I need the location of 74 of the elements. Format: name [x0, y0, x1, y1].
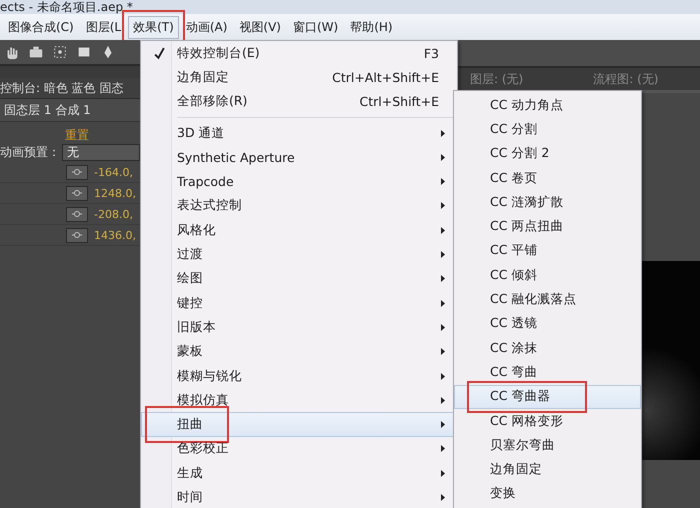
layer-name: 固态层 1 合成 1 [0, 99, 140, 122]
menu-item[interactable]: 旧版本 [141, 315, 457, 340]
menu-item[interactable]: 贝塞尔弯曲 [454, 433, 641, 458]
menu-item[interactable]: 窗口(W) [288, 16, 344, 38]
shortcut-text: F3 [424, 46, 440, 61]
stopwatch-button[interactable] [66, 186, 88, 200]
menu-item[interactable]: CC 平铺 [454, 238, 641, 264]
submenu-arrow-icon [441, 494, 445, 501]
submenu-arrow-icon [441, 154, 445, 161]
menu-item[interactable]: CC 分割 [454, 117, 641, 142]
submenu-arrow-icon [441, 445, 445, 452]
stopwatch-button[interactable] [66, 228, 88, 242]
panel-tab[interactable]: 控制台: 暗色 蓝色 固态 [0, 78, 140, 99]
menu-item[interactable]: CC 弯曲 [454, 360, 641, 385]
value-text[interactable]: -208.0, [94, 208, 133, 220]
stopwatch-button[interactable] [66, 206, 88, 222]
submenu-arrow-icon [441, 300, 445, 307]
menu-item[interactable]: 图层(L [80, 16, 126, 38]
menu-item[interactable]: 全部移除(R) Ctrl+Shift+E [141, 90, 457, 114]
menu-item[interactable]: 动画(A) [180, 16, 232, 38]
submenu-arrow-icon [441, 251, 445, 258]
submenu-arrow-icon [441, 396, 445, 404]
menu-item[interactable]: CC 网格变形 [454, 408, 641, 434]
menu-item[interactable]: 表达式控制 [141, 194, 457, 218]
menu-item[interactable]: 时间 [141, 485, 457, 508]
preset-label: 动画预置： [0, 144, 60, 160]
menu-item[interactable]: CC 透镜 [454, 312, 641, 336]
menu-item[interactable]: Synthetic Aperture [141, 145, 457, 170]
value-text[interactable]: 1248.0, [94, 186, 136, 200]
menu-item[interactable]: 视图(V) [234, 16, 286, 38]
selection-icon[interactable] [52, 44, 68, 60]
menu-item[interactable]: 绘图 [141, 266, 457, 291]
value-text[interactable]: 1436.0, [94, 228, 136, 242]
submenu-arrow-icon [441, 275, 445, 282]
menu-item[interactable]: 边角固定 Ctrl+Alt+Shift+E [141, 65, 457, 90]
menu-item[interactable]: CC 分割 2 [454, 142, 641, 166]
submenu-arrow-icon [441, 130, 445, 137]
menu-item[interactable]: 键控 [141, 290, 457, 316]
menu-item[interactable]: Trapcode [141, 169, 457, 194]
reset-link[interactable]: 重置 [65, 128, 89, 142]
menu-item[interactable]: CC 倾斜 [454, 263, 641, 288]
menu-item[interactable]: 蒙板 [141, 340, 457, 364]
stopwatch-button[interactable] [66, 164, 88, 180]
menu-item[interactable]: CC 卷页 [454, 166, 641, 190]
submenu-arrow-icon [441, 226, 445, 234]
shortcut-text: Ctrl+Shift+E [360, 94, 440, 110]
submenu-arrow-icon [441, 324, 445, 331]
menu-item[interactable]: 帮助(H) [345, 16, 398, 38]
menu-item[interactable]: CC 涂抹 [454, 336, 641, 360]
menu-item[interactable]: 图像合成(C) [3, 16, 79, 38]
submenu-arrow-icon [441, 178, 445, 186]
menu-item[interactable]: 生成 [141, 461, 457, 486]
menu-item[interactable]: 模糊与锐化 [141, 364, 457, 388]
value-text[interactable]: -164.0, [94, 166, 133, 178]
menu-item[interactable]: 风格化 [141, 218, 457, 242]
menu-item[interactable]: CC 两点扭曲 [454, 214, 641, 239]
submenu-arrow-icon [441, 372, 445, 380]
menu-item[interactable]: 过渡 [141, 242, 457, 267]
menu-item[interactable]: CC 融化溅落点 [454, 287, 641, 312]
menu-item[interactable]: 变换 [454, 482, 641, 506]
menu-item[interactable]: 特效控制台(E) F3 [141, 41, 457, 66]
window-title: ects - 未命名项目.aep * [0, 0, 133, 14]
menu-item[interactable]: CC 涟漪扩散 [454, 190, 641, 214]
submenu-arrow-icon [441, 348, 445, 356]
menu-item[interactable]: 边角固定 [454, 457, 641, 482]
submenu-arrow-icon [441, 470, 445, 477]
menu-item[interactable]: 模拟仿真 [141, 388, 457, 412]
menu-item[interactable]: CC 动力角点 [454, 93, 641, 118]
menu-item[interactable]: 3D 通道 [141, 120, 457, 146]
submenu-arrow-icon [441, 421, 445, 428]
shortcut-text: Ctrl+Alt+Shift+E [332, 70, 440, 85]
submenu-arrow-icon [441, 202, 445, 210]
preset-dropdown[interactable]: 无 [62, 144, 140, 160]
menu-item[interactable]: 色彩校正 [141, 436, 457, 462]
